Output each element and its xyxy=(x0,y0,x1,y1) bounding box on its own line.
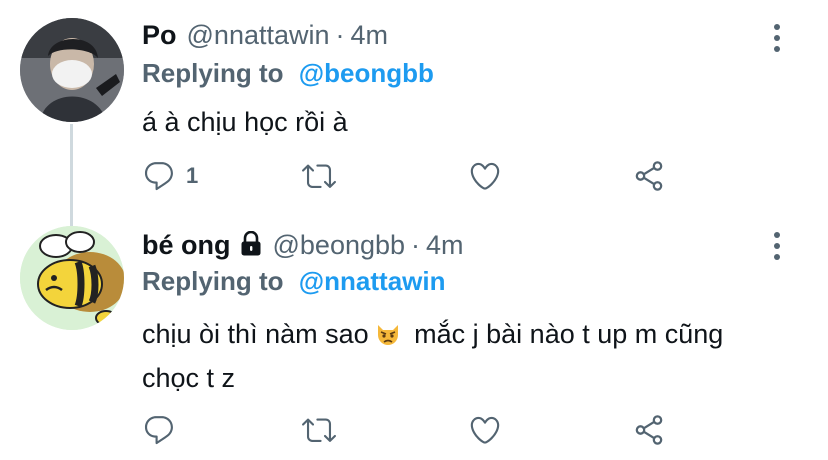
display-name[interactable]: Po xyxy=(142,20,177,51)
more-icon[interactable] xyxy=(772,232,782,262)
share-icon xyxy=(635,415,663,445)
share-button[interactable] xyxy=(632,156,666,196)
reply-count: 1 xyxy=(186,163,199,188)
like-button[interactable] xyxy=(468,156,502,196)
avatar[interactable] xyxy=(20,226,124,330)
mention-link[interactable]: @nnattawin xyxy=(299,266,446,296)
tweet[interactable]: Po @nnattawin · 4m Replying to @beongbb … xyxy=(0,0,828,226)
tweet-text: á à chịu học rồi à xyxy=(142,107,348,137)
user-handle[interactable]: @beongbb xyxy=(273,230,406,261)
tweet-header: bé ong @beongbb · 4m xyxy=(142,228,464,261)
replying-to: Replying to @beongbb xyxy=(142,58,434,89)
avatar[interactable] xyxy=(20,18,124,122)
replying-to: Replying to @nnattawin xyxy=(142,266,445,297)
tweet-text-part: chịu òi thì nàm sao xyxy=(142,319,369,349)
reply-icon xyxy=(144,162,173,191)
like-button[interactable] xyxy=(468,410,502,450)
share-icon xyxy=(635,161,663,191)
mention-link[interactable]: @beongbb xyxy=(299,58,434,88)
replying-label: Replying to xyxy=(142,266,284,296)
separator-dot: · xyxy=(335,20,345,50)
action-bar xyxy=(142,410,682,450)
retweet-icon xyxy=(302,418,336,442)
action-bar: 1 xyxy=(142,156,682,196)
retweet-button[interactable] xyxy=(302,156,336,196)
retweet-button[interactable] xyxy=(302,410,336,450)
timestamp[interactable]: 4m xyxy=(351,20,389,51)
tweet-text: chịu òi thì nàm sao mắc j bài nào t up m… xyxy=(142,312,762,400)
tweet-header: Po @nnattawin · 4m xyxy=(142,20,388,51)
reply-icon xyxy=(144,416,173,445)
reply-button[interactable] xyxy=(142,410,186,450)
like-icon xyxy=(470,162,500,190)
separator-dot: · xyxy=(411,230,421,260)
tweet[interactable]: bé ong @beongbb · 4m Replying to @nnatta… xyxy=(0,208,828,460)
more-icon[interactable] xyxy=(772,24,782,54)
retweet-icon xyxy=(302,164,336,188)
share-button[interactable] xyxy=(632,410,666,450)
replying-label: Replying to xyxy=(142,58,284,88)
like-icon xyxy=(470,416,500,444)
display-name[interactable]: bé ong xyxy=(142,230,231,261)
reply-button[interactable]: 1 xyxy=(142,156,198,196)
lock-icon xyxy=(241,231,260,256)
timestamp[interactable]: 4m xyxy=(426,230,464,261)
user-handle[interactable]: @nnattawin xyxy=(187,20,330,51)
angry-cat-face-icon xyxy=(377,325,398,345)
